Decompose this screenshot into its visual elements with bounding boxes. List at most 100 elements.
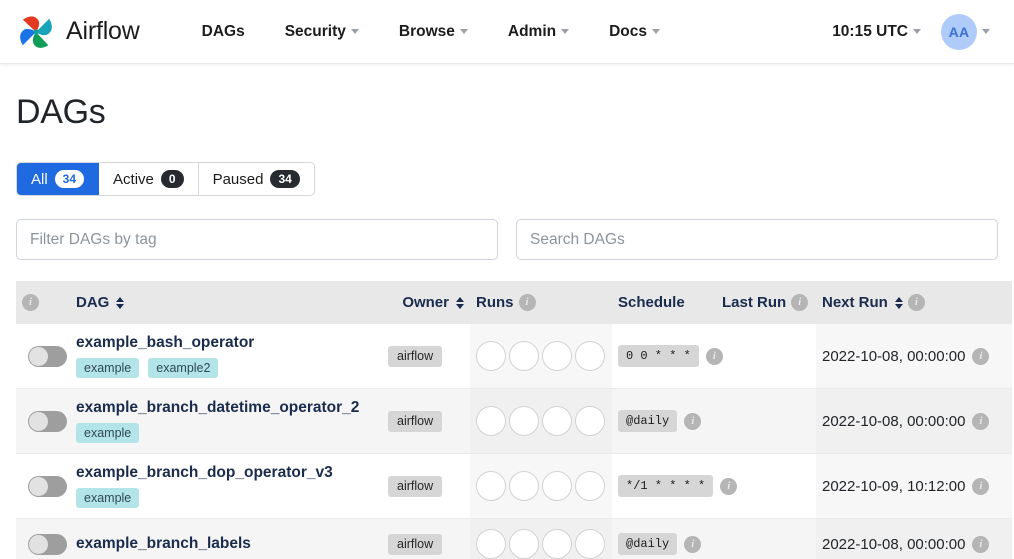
- brand-name: Airflow: [66, 17, 140, 45]
- nav-item-security[interactable]: Security: [265, 15, 379, 49]
- schedule-badge[interactable]: */1 * * * *: [618, 475, 714, 497]
- search-row: [16, 219, 998, 260]
- nav-item-dags-label: DAGs: [201, 22, 245, 40]
- tab-all-count: 34: [54, 170, 85, 188]
- dag-tag[interactable]: example: [76, 358, 140, 378]
- run-status-circle[interactable]: [575, 406, 605, 436]
- info-icon[interactable]: i: [518, 294, 536, 311]
- filter-tag-input[interactable]: [16, 219, 498, 260]
- owner-badge[interactable]: airflow: [388, 475, 443, 497]
- column-header-runs: Runs i: [470, 281, 612, 324]
- info-icon[interactable]: i: [907, 294, 925, 311]
- schedule-badge[interactable]: @daily: [618, 533, 678, 555]
- cell-next-run: 2022-10-08, 00:00:00 i: [816, 388, 1012, 454]
- navbar-right-section: 10:15 UTC AA: [832, 13, 1000, 50]
- tab-paused[interactable]: Paused 34: [198, 163, 314, 195]
- page-title: DAGs: [16, 93, 106, 131]
- nav-item-dags[interactable]: DAGs: [182, 15, 265, 49]
- tab-all-label: All: [31, 170, 48, 188]
- dag-name-link[interactable]: example_bash_operator: [76, 334, 254, 352]
- info-icon[interactable]: i: [972, 477, 990, 495]
- timezone-clock-button[interactable]: 10:15 UTC: [832, 23, 921, 41]
- column-header-next-run[interactable]: Next Run i: [816, 281, 1012, 324]
- info-icon[interactable]: i: [972, 535, 990, 553]
- column-header-last-run: Last Run i: [716, 281, 816, 324]
- info-icon[interactable]: i: [972, 412, 990, 430]
- info-icon[interactable]: i: [22, 294, 39, 311]
- run-status-circle[interactable]: [575, 471, 605, 501]
- dag-name-link[interactable]: example_branch_datetime_operator_2: [76, 399, 359, 417]
- owner-badge[interactable]: airflow: [388, 345, 443, 367]
- run-status-circle[interactable]: [476, 406, 506, 436]
- schedule-cell: @daily i: [618, 410, 710, 432]
- cell-runs: [470, 324, 612, 389]
- schedule-badge[interactable]: @daily: [618, 410, 678, 432]
- info-icon[interactable]: i: [972, 347, 990, 365]
- dag-pause-toggle[interactable]: [28, 533, 67, 555]
- schedule-cell: 0 0 * * * i: [618, 345, 723, 367]
- column-header-paused: i: [16, 281, 70, 324]
- column-header-owner[interactable]: Owner: [382, 281, 470, 324]
- info-icon[interactable]: i: [684, 412, 702, 430]
- run-status-circle[interactable]: [476, 529, 506, 559]
- next-run-cell: 2022-10-08, 00:00:00 i: [822, 412, 1006, 430]
- run-status-circle[interactable]: [509, 406, 539, 436]
- dag-status-filter-tabs: All 34 Active 0 Paused 34: [16, 162, 315, 196]
- user-menu-button[interactable]: AA: [941, 13, 990, 50]
- cell-paused-toggle: [16, 388, 70, 454]
- cell-paused-toggle: [16, 518, 70, 559]
- page-content: DAGs All 34 Active 0 Paused 34 Filter DA…: [0, 93, 1014, 559]
- dag-tag[interactable]: example: [76, 423, 140, 443]
- airflow-pinwheel-logo-icon: [14, 10, 58, 54]
- dag-pause-toggle[interactable]: [28, 345, 67, 367]
- cell-dag-name: example_branch_labels: [70, 518, 382, 559]
- run-status-circle[interactable]: [542, 471, 572, 501]
- info-icon[interactable]: i: [684, 535, 702, 553]
- column-header-next-run-label: Next Run: [822, 294, 888, 311]
- sort-icon[interactable]: [456, 296, 464, 309]
- chevron-down-icon: [652, 29, 660, 34]
- dags-table-header: i DAG Owner Runs i Schedule Last Run i N…: [16, 281, 1012, 324]
- toggle-knob: [29, 476, 48, 496]
- sort-icon[interactable]: [116, 296, 125, 309]
- dag-pause-toggle[interactable]: [28, 410, 67, 432]
- info-icon[interactable]: i: [705, 347, 723, 365]
- tab-all[interactable]: All 34: [17, 163, 100, 195]
- run-status-circle[interactable]: [575, 529, 605, 559]
- run-status-circle[interactable]: [542, 529, 572, 559]
- run-status-circle[interactable]: [509, 341, 539, 371]
- schedule-cell: @daily i: [618, 533, 710, 555]
- search-dags-input[interactable]: [516, 219, 998, 260]
- tab-active[interactable]: Active 0: [99, 163, 199, 195]
- run-status-circle[interactable]: [542, 406, 572, 436]
- owner-badge[interactable]: airflow: [388, 533, 443, 555]
- owner-badge[interactable]: airflow: [388, 410, 443, 432]
- dag-pause-toggle[interactable]: [28, 475, 67, 497]
- cell-paused-toggle: [16, 324, 70, 389]
- next-run-cell: 2022-10-08, 00:00:00 i: [822, 535, 1006, 553]
- schedule-badge[interactable]: 0 0 * * *: [618, 345, 699, 367]
- column-header-dag[interactable]: DAG: [70, 281, 382, 324]
- run-status-circle[interactable]: [476, 341, 506, 371]
- run-status-circle[interactable]: [509, 529, 539, 559]
- nav-item-browse[interactable]: Browse: [379, 15, 488, 49]
- chevron-down-icon: [982, 29, 990, 34]
- dag-tag[interactable]: example: [76, 488, 140, 508]
- nav-item-admin[interactable]: Admin: [488, 15, 589, 49]
- cell-runs: [470, 388, 612, 454]
- table-row: example_branch_dop_operator_v3example air…: [16, 453, 1012, 519]
- run-status-circle[interactable]: [476, 471, 506, 501]
- airflow-brand-link[interactable]: Airflow: [14, 10, 140, 54]
- sort-icon[interactable]: [894, 296, 903, 309]
- run-status-circle[interactable]: [509, 471, 539, 501]
- run-status-circle[interactable]: [542, 341, 572, 371]
- dag-name-link[interactable]: example_branch_dop_operator_v3: [76, 464, 333, 482]
- nav-item-docs[interactable]: Docs: [589, 15, 680, 49]
- run-status-circle[interactable]: [575, 341, 605, 371]
- toggle-knob: [29, 534, 48, 554]
- dag-tag[interactable]: example2: [148, 358, 219, 378]
- cell-schedule: @daily i: [612, 388, 716, 454]
- dag-name-link[interactable]: example_branch_labels: [76, 535, 251, 553]
- info-icon[interactable]: i: [791, 294, 809, 311]
- info-icon[interactable]: i: [720, 477, 738, 495]
